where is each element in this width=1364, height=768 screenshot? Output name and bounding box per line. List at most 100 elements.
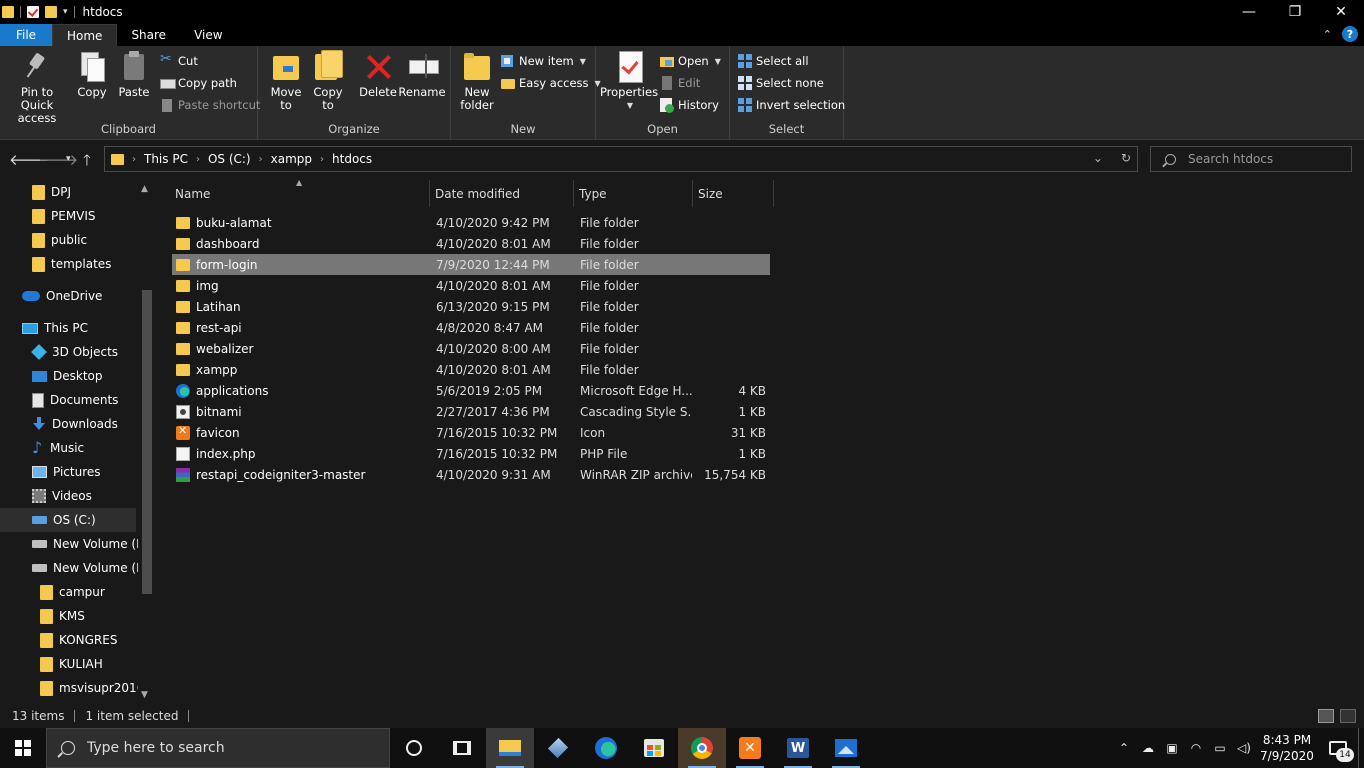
file-row[interactable]: dashboard 4/10/2020 8:01 AM File folder bbox=[172, 233, 770, 254]
taskbar-edge[interactable] bbox=[582, 728, 630, 768]
taskbar-store[interactable] bbox=[630, 728, 678, 768]
rename-button[interactable]: Rename bbox=[398, 50, 446, 99]
paste-shortcut-button[interactable]: Paste shortcut bbox=[160, 96, 260, 114]
file-row[interactable]: img 4/10/2020 8:01 AM File folder bbox=[172, 275, 770, 296]
select-all-button[interactable]: Select all bbox=[738, 52, 809, 70]
nav-item[interactable]: msvisupr2016x bbox=[0, 676, 151, 700]
tab-home[interactable]: Home bbox=[52, 24, 118, 46]
nav-item[interactable]: Downloads bbox=[0, 412, 118, 436]
nav-item[interactable]: OS (C:) bbox=[0, 508, 136, 532]
breadcrumb-separator-icon[interactable]: › bbox=[259, 154, 263, 165]
copy-path-button[interactable]: Copy path bbox=[160, 74, 237, 92]
edit-button[interactable]: Edit bbox=[660, 74, 700, 92]
up-arrow-icon[interactable]: 🡑 bbox=[83, 150, 91, 175]
taskbar-chrome[interactable] bbox=[678, 728, 726, 768]
nav-item[interactable]: OneDrive bbox=[0, 284, 102, 308]
show-hidden-icons-chevron-icon[interactable]: ⌃ bbox=[1112, 728, 1136, 768]
properties-button[interactable]: Properties ▼ bbox=[600, 50, 658, 112]
nav-item[interactable]: DPJ bbox=[0, 180, 71, 204]
file-row[interactable]: Latihan 6/13/2020 9:15 PM File folder bbox=[172, 296, 770, 317]
tab-view[interactable]: View bbox=[180, 24, 236, 46]
nav-item[interactable]: Music bbox=[0, 436, 84, 460]
new-folder-icon[interactable] bbox=[45, 6, 57, 18]
nav-item[interactable]: public bbox=[0, 228, 87, 252]
copy-button[interactable]: Copy bbox=[74, 50, 110, 99]
column-header-type[interactable]: Type bbox=[574, 180, 693, 207]
task-view-button[interactable] bbox=[438, 728, 486, 768]
copy-to-button[interactable]: Copy to bbox=[312, 50, 344, 112]
cut-button[interactable]: Cut bbox=[160, 51, 198, 70]
nav-item[interactable]: Videos bbox=[0, 484, 92, 508]
invert-selection-button[interactable]: Invert selection bbox=[738, 96, 845, 114]
nav-item[interactable]: KMS bbox=[0, 604, 85, 628]
breadcrumb-separator-icon[interactable]: › bbox=[196, 154, 200, 165]
select-none-button[interactable]: Select none bbox=[738, 74, 824, 92]
taskbar-search-input[interactable]: Type here to search bbox=[46, 728, 390, 768]
minimize-button[interactable]: — bbox=[1226, 0, 1272, 24]
breadcrumb-this-pc[interactable]: This PC bbox=[144, 152, 188, 166]
open-button[interactable]: Open ▼ bbox=[660, 52, 721, 70]
nav-item[interactable]: 3D Objects bbox=[0, 340, 118, 364]
new-item-button[interactable]: New item ▼ bbox=[501, 52, 586, 70]
collapse-ribbon-chevron-icon[interactable]: ⌃ bbox=[1323, 28, 1332, 41]
forward-arrow-icon[interactable]: 🡒 bbox=[38, 150, 78, 169]
properties-icon[interactable] bbox=[27, 6, 39, 18]
nav-item[interactable]: campur bbox=[0, 580, 105, 604]
nav-item[interactable]: KULIAH bbox=[0, 652, 103, 676]
scroll-up-arrow-icon[interactable]: ▲ bbox=[141, 184, 148, 194]
breadcrumb-xampp[interactable]: xampp bbox=[271, 152, 312, 166]
scrollbar-thumb[interactable] bbox=[142, 290, 152, 594]
file-row[interactable]: form-login 7/9/2020 12:44 PM File folder bbox=[172, 254, 770, 275]
battery-icon[interactable]: ▭ bbox=[1208, 728, 1232, 768]
recent-locations-chevron-icon[interactable]: ▾ bbox=[66, 154, 71, 164]
file-row[interactable]: applications 5/6/2019 2:05 PM Microsoft Ed… bbox=[172, 380, 770, 401]
nav-item[interactable]: templates bbox=[0, 252, 111, 276]
folder-icon[interactable] bbox=[2, 6, 14, 18]
nav-item[interactable]: PEMVIS bbox=[0, 204, 96, 228]
file-row[interactable]: restapi_codeigniter3-master 4/10/2020 9:3… bbox=[172, 464, 770, 485]
file-row[interactable]: xampp 4/10/2020 8:01 AM File folder bbox=[172, 359, 770, 380]
pin-to-quick-access-button[interactable]: Pin to Quick access bbox=[6, 50, 68, 125]
new-folder-button[interactable]: New folder bbox=[459, 50, 495, 112]
paste-button[interactable]: Paste bbox=[116, 50, 152, 99]
details-view-icon[interactable] bbox=[1318, 709, 1334, 723]
breadcrumb-separator-icon[interactable]: › bbox=[132, 154, 136, 165]
nav-item[interactable]: New Volume (D:) bbox=[0, 532, 154, 556]
move-to-button[interactable]: Move to bbox=[270, 50, 302, 112]
action-center-button[interactable]: 14 bbox=[1318, 728, 1358, 768]
taskbar-virtualbox[interactable] bbox=[534, 728, 582, 768]
large-icons-view-icon[interactable] bbox=[1340, 709, 1356, 723]
easy-access-button[interactable]: Easy access ▼ bbox=[501, 74, 601, 92]
taskbar-file-explorer[interactable] bbox=[486, 728, 534, 768]
delete-button[interactable]: Delete bbox=[359, 50, 397, 99]
file-row[interactable]: rest-api 4/8/2020 8:47 AM File folder bbox=[172, 317, 770, 338]
address-history-chevron-icon[interactable]: ⌄ bbox=[1093, 151, 1103, 165]
search-input[interactable]: Search htdocs bbox=[1150, 146, 1352, 172]
close-button[interactable]: ✕ bbox=[1318, 0, 1364, 24]
nav-item[interactable]: Documents bbox=[0, 388, 118, 412]
taskbar-photos[interactable] bbox=[822, 728, 870, 768]
nav-item[interactable]: This PC bbox=[0, 316, 88, 340]
onedrive-tray-icon[interactable]: ☁ bbox=[1136, 728, 1160, 768]
tab-share[interactable]: Share bbox=[117, 24, 180, 46]
nav-item[interactable]: New Volume (E:) bbox=[0, 556, 152, 580]
maximize-button[interactable]: ❐ bbox=[1272, 0, 1318, 24]
tray-app-icon[interactable]: ▣ bbox=[1160, 728, 1184, 768]
nav-item[interactable]: Pictures bbox=[0, 460, 101, 484]
clock[interactable]: 8:43 PM 7/9/2020 bbox=[1256, 732, 1318, 764]
column-header-date-modified[interactable]: Date modified bbox=[430, 180, 574, 207]
customize-toolbar-chevron-icon[interactable]: ▾ bbox=[63, 7, 68, 17]
help-icon[interactable]: ? bbox=[1342, 26, 1358, 42]
volume-icon[interactable]: ◁) bbox=[1232, 728, 1256, 768]
file-row[interactable]: buku-alamat 4/10/2020 9:42 PM File folder bbox=[172, 212, 770, 233]
address-bar[interactable]: › This PC › OS (C:) › xampp › htdocs ⌄ ↻ bbox=[104, 146, 1138, 172]
nav-item[interactable]: KONGRES bbox=[0, 628, 117, 652]
start-button[interactable] bbox=[0, 728, 46, 768]
file-row[interactable]: favicon 7/16/2015 10:32 PM Icon 31 KB bbox=[172, 422, 770, 443]
history-button[interactable]: History bbox=[660, 96, 719, 114]
column-header-size[interactable]: Size bbox=[693, 180, 774, 207]
breadcrumb-separator-icon[interactable]: › bbox=[320, 154, 324, 165]
refresh-icon[interactable]: ↻ bbox=[1121, 151, 1131, 165]
scroll-down-arrow-icon[interactable]: ▼ bbox=[141, 690, 148, 700]
breadcrumb-os-c[interactable]: OS (C:) bbox=[208, 152, 251, 166]
